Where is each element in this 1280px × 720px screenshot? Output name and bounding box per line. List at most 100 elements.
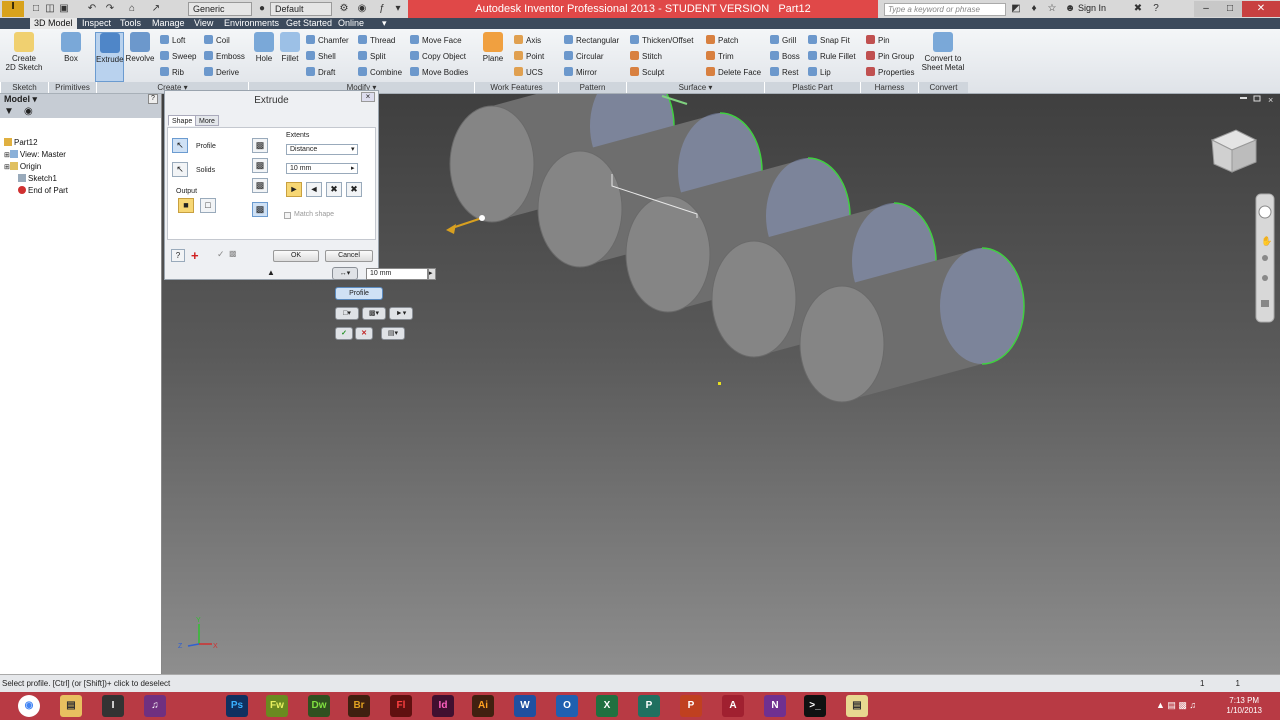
bridge-icon[interactable]: Br (348, 695, 370, 717)
mirror-button[interactable]: Mirror (564, 67, 597, 77)
search-input[interactable]: Type a keyword or phrase (884, 3, 1006, 16)
coil-button[interactable]: Coil (204, 35, 230, 45)
steering-wheel-icon[interactable] (1258, 205, 1272, 219)
star-icon[interactable]: ☆ (1046, 3, 1058, 15)
hole-button[interactable]: Hole (252, 32, 276, 63)
tab-inspect[interactable]: Inspect (78, 18, 115, 29)
panel-surface[interactable]: Surface ▾ (626, 82, 764, 93)
save-icon[interactable]: ▣ (58, 3, 70, 15)
new-solid-button[interactable]: ▩ (252, 202, 268, 217)
navigation-bar[interactable]: ✋ (1255, 193, 1275, 323)
tab-environments[interactable]: Environments (220, 18, 283, 29)
ribbon-options-icon[interactable]: ▾ (378, 18, 391, 29)
direction-arrow[interactable] (451, 217, 483, 229)
dreamweaver-icon[interactable]: Dw (308, 695, 330, 717)
lip-button[interactable]: Lip (808, 67, 831, 77)
revolve-button[interactable]: Revolve (125, 32, 155, 63)
sign-in-link[interactable]: Sign In (1078, 3, 1106, 13)
look-at-icon[interactable] (1261, 300, 1269, 307)
explorer-icon[interactable]: ▤ (60, 695, 82, 717)
tab-view[interactable]: View (190, 18, 217, 29)
flash-icon[interactable]: Fl (390, 695, 412, 717)
tree-item-origin[interactable]: ⊞ Origin (4, 162, 41, 171)
open-icon[interactable]: ◫ (44, 3, 56, 15)
close-button[interactable]: ✕ (1242, 1, 1280, 17)
fireworks-icon[interactable]: Fw (266, 695, 288, 717)
rib-button[interactable]: Rib (160, 67, 184, 77)
dialog-close-button[interactable]: × (361, 92, 375, 102)
thicken-offset-button[interactable]: Thicken/Offset (630, 35, 693, 45)
user-icon[interactable]: ☻ (1064, 3, 1076, 15)
cylinder-cap[interactable] (711, 240, 797, 358)
convert-to-sheet-metal-button[interactable]: Convert to Sheet Metal (920, 32, 966, 72)
tab-more[interactable]: More (195, 115, 219, 126)
intersect-button[interactable]: ▩ (252, 178, 268, 193)
fx-icon[interactable]: ƒ (376, 3, 388, 15)
tab-3d-model[interactable]: 3D Model (30, 18, 77, 29)
publisher-icon[interactable]: P (638, 695, 660, 717)
folder-icon[interactable]: ▤ (846, 695, 868, 717)
zoom-icon[interactable] (1262, 255, 1268, 261)
powerpoint-icon[interactable]: P (680, 695, 702, 717)
ok-button[interactable]: OK (273, 250, 319, 262)
tray-icons[interactable]: ▲ ▤ ▩ ♫ (1156, 700, 1196, 711)
new-icon[interactable]: □ (30, 3, 42, 15)
browser-help-button[interactable]: ? (148, 94, 158, 104)
circular-button[interactable]: Circular (564, 51, 604, 61)
outlook-icon[interactable]: O (556, 695, 578, 717)
undo-icon[interactable]: ↶ (86, 3, 98, 15)
combine-button[interactable]: Combine (358, 67, 402, 77)
tab-shape[interactable]: Shape (168, 115, 197, 126)
browser-title[interactable]: Model ▾ (4, 94, 37, 105)
orbit-icon[interactable] (1262, 275, 1268, 281)
stitch-button[interactable]: Stitch (630, 51, 662, 61)
symmetric-button[interactable]: ✖ (326, 182, 342, 197)
profile-button[interactable]: ↖ (172, 138, 188, 153)
mini-boolean-button[interactable]: ▩▾ (362, 307, 386, 320)
pan-icon[interactable]: ✋ (1261, 235, 1272, 247)
help-button[interactable]: ? (171, 249, 185, 262)
patch-button[interactable]: Patch (706, 35, 738, 45)
move-bodies-button[interactable]: Move Bodies (410, 67, 468, 77)
split-button[interactable]: Split (358, 51, 386, 61)
exchange-icon[interactable]: ✖ (1132, 3, 1144, 15)
illustrator-icon[interactable]: Ai (472, 695, 494, 717)
indesign-icon[interactable]: Id (432, 695, 454, 717)
mini-ok-button[interactable]: ✓ (335, 327, 353, 340)
word-icon[interactable]: W (514, 695, 536, 717)
inventor-icon[interactable]: I (102, 695, 124, 717)
asymmetric-button[interactable]: ✖ (346, 182, 362, 197)
fillet-button[interactable]: Fillet (278, 32, 302, 63)
loft-button[interactable]: Loft (160, 35, 185, 45)
cylinder-cap[interactable] (537, 150, 623, 268)
output-surface-button[interactable]: □ (200, 198, 216, 213)
mini-output-button[interactable]: □▾ (335, 307, 359, 320)
mini-distance-type[interactable]: ↔▾ (332, 267, 358, 280)
home-icon[interactable]: ⌂ (126, 3, 138, 15)
help-icon[interactable]: ? (1150, 3, 1162, 15)
plus-icon[interactable]: + (191, 248, 199, 263)
extents-type-select[interactable]: Distance (286, 144, 358, 155)
tab-manage[interactable]: Manage (148, 18, 189, 29)
match-shape-checkbox[interactable] (284, 212, 291, 219)
cylinder-cap[interactable] (799, 285, 885, 403)
material-select[interactable]: Generic (188, 2, 252, 16)
expand-dialog-icon[interactable]: ▲ (267, 268, 275, 277)
zoom-icon[interactable]: ◉ (356, 3, 368, 15)
cmd-icon[interactable]: >_ (804, 695, 826, 717)
extrude-button[interactable]: Extrude (95, 32, 124, 82)
mini-distance-input[interactable]: 10 mm (366, 268, 428, 280)
sweep-button[interactable]: Sweep (160, 51, 196, 61)
boss-button[interactable]: Boss (770, 51, 800, 61)
tree-item-part[interactable]: Part12 (4, 138, 38, 147)
tree-item-view[interactable]: ⊞ View: Master (4, 150, 66, 159)
copy-object-button[interactable]: Copy Object (410, 51, 466, 61)
cancel-button[interactable]: Cancel (325, 250, 373, 262)
find-icon[interactable]: ◉ (24, 106, 33, 117)
mini-options-button[interactable]: ▤▾ (381, 327, 405, 340)
create-2d-sketch-button[interactable]: Create 2D Sketch (4, 32, 44, 72)
dropdown-icon[interactable]: ▾ (392, 3, 404, 15)
axis-button[interactable]: Axis (514, 35, 541, 45)
solids-button[interactable]: ↖ (172, 162, 188, 177)
draft-button[interactable]: Draft (306, 67, 335, 77)
